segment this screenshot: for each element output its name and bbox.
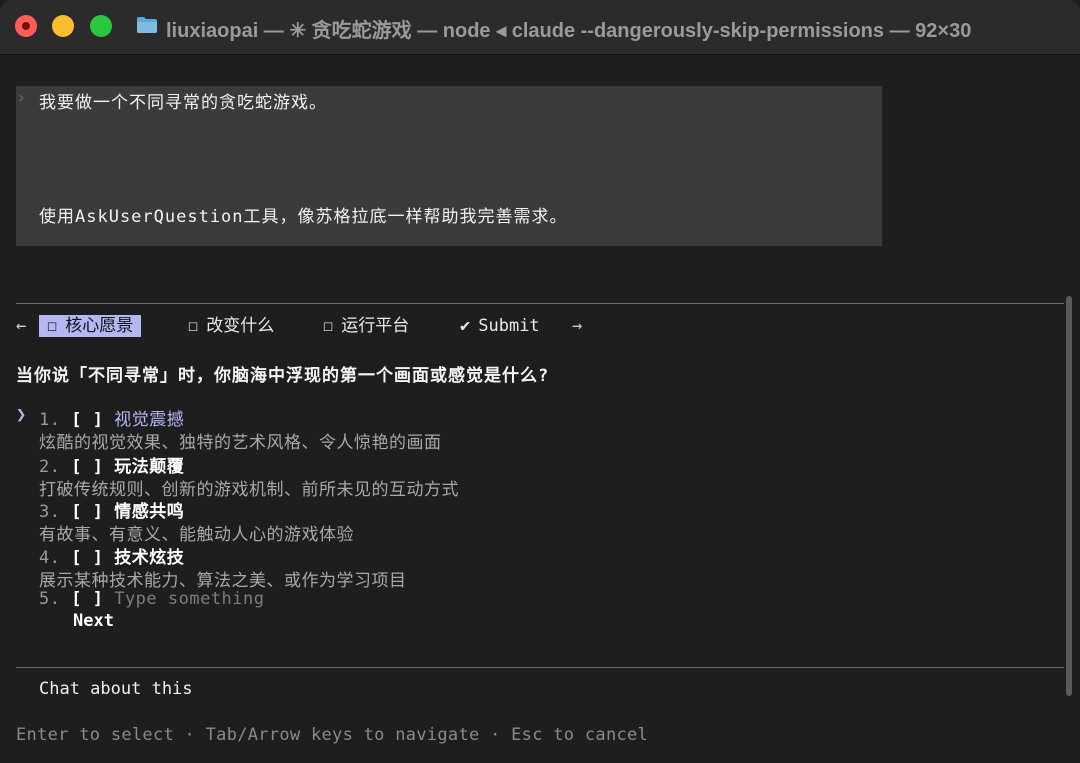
option-checkbox[interactable]: [ ]	[71, 589, 103, 609]
checkbox-icon: ☐	[47, 316, 58, 336]
maximize-button[interactable]	[90, 15, 112, 37]
tab-label: 运行平台	[341, 316, 410, 336]
chat-about-this-option[interactable]: Chat about this	[39, 679, 193, 699]
custom-answer-input[interactable]: Type something	[114, 589, 264, 609]
close-button[interactable]	[15, 15, 37, 37]
divider-top	[16, 303, 1064, 304]
option-number: 1.	[39, 410, 61, 430]
option-number: 4.	[39, 548, 61, 568]
option-checkbox[interactable]: [ ]	[71, 548, 103, 568]
option-1-description: 炫酷的视觉效果、独特的艺术风格、令人惊艳的画面	[39, 433, 442, 453]
left-arrow-icon[interactable]: ←	[16, 315, 26, 337]
checkbox-icon: ☐	[188, 316, 199, 336]
tab-core-vision[interactable]: ☐ 核心愿景	[39, 315, 142, 337]
folder-icon	[137, 17, 157, 33]
tab-platform[interactable]: ☐ 运行平台	[323, 315, 409, 337]
option-3-description: 有故事、有意义、能触动人心的游戏体验	[39, 525, 354, 545]
option-2[interactable]: 2. [ ] 玩法颠覆	[39, 452, 184, 477]
title-bar: liuxiaopai — ✳ 贪吃蛇游戏 — node ◂ claude --d…	[0, 0, 1080, 55]
tab-label: 改变什么	[206, 316, 275, 336]
option-3[interactable]: 3. [ ] 情感共鸣	[39, 497, 184, 522]
tab-what-to-change[interactable]: ☐ 改变什么	[188, 315, 274, 337]
option-label: 技术炫技	[114, 548, 185, 568]
tab-label: 核心愿景	[65, 316, 134, 336]
option-checkbox[interactable]: [ ]	[71, 457, 103, 477]
tab-submit[interactable]: ✔ Submit	[460, 315, 540, 337]
option-checkbox[interactable]: [ ]	[71, 502, 103, 522]
terminal-window: liuxiaopai — ✳ 贪吃蛇游戏 — node ◂ claude --d…	[0, 0, 1080, 763]
tab-label: Submit	[478, 316, 540, 336]
option-number: 3.	[39, 502, 61, 522]
prompt-line-1: 我要做一个不同寻常的贪吃蛇游戏。	[39, 93, 327, 113]
divider-bottom	[16, 667, 1064, 668]
right-arrow-icon[interactable]: →	[572, 315, 582, 337]
option-4[interactable]: 4. [ ] 技术炫技	[39, 543, 184, 568]
checkbox-icon: ☐	[323, 316, 334, 336]
checkmark-icon: ✔	[460, 316, 471, 336]
option-1[interactable]: 1. [ ] 视觉震撼	[39, 405, 184, 430]
option-label: 情感共鸣	[114, 502, 185, 522]
prompt-line-2: 使用AskUserQuestion工具，像苏格拉底一样帮助我完善需求。	[39, 207, 568, 227]
window-title: liuxiaopai — ✳ 贪吃蛇游戏 — node ◂ claude --d…	[166, 20, 972, 42]
option-5[interactable]: 5. [ ] Type something	[39, 589, 265, 609]
option-4-description: 展示某种技术能力、算法之美、或作为学习项目	[39, 571, 407, 591]
option-label: 视觉震撼	[114, 410, 185, 430]
selection-cursor-icon: ❯	[16, 405, 27, 425]
option-label: 玩法颠覆	[114, 457, 185, 477]
keyboard-hint: Enter to select · Tab/Arrow keys to navi…	[16, 725, 649, 745]
option-checkbox[interactable]: [ ]	[71, 410, 103, 430]
scrollbar[interactable]	[1066, 296, 1072, 696]
option-number: 5.	[39, 589, 61, 609]
prompt-chevron-icon: ›	[16, 88, 27, 108]
minimize-button[interactable]	[52, 15, 74, 37]
next-button[interactable]: Next	[73, 611, 114, 631]
question-text: 当你说「不同寻常」时，你脑海中浮现的第一个画面或感觉是什么?	[16, 366, 550, 386]
option-number: 2.	[39, 457, 61, 477]
